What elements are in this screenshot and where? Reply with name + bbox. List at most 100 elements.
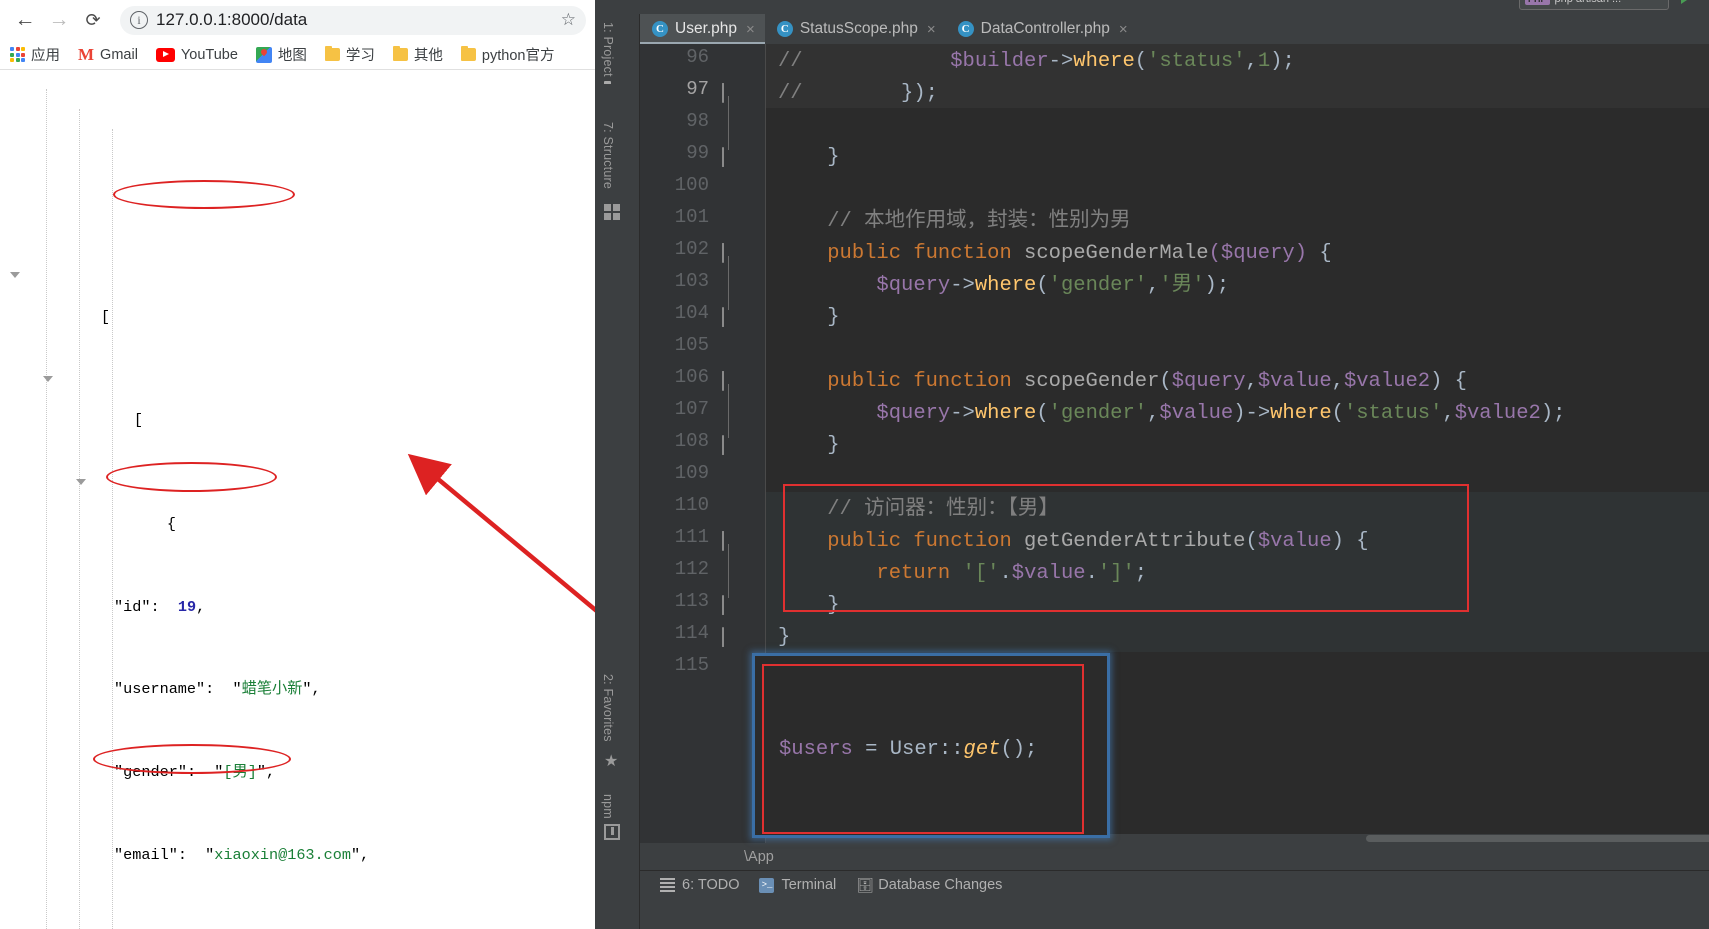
json-response-view: [ [ { "id": 19, "username": "蜡笔小新", "gen…	[0, 71, 640, 929]
code-line: $query->where('gender',$value)->where('s…	[876, 402, 1566, 425]
line-number: 101	[674, 206, 709, 228]
fold-marker-icon[interactable]	[722, 627, 735, 647]
bookmark-label: 应用	[31, 48, 60, 64]
line-number: 98	[686, 110, 709, 132]
code-line: public function scopeGenderMale($query) …	[827, 242, 1332, 265]
collapse-triangle-icon[interactable]	[76, 479, 86, 486]
code-line: // });	[778, 82, 938, 105]
tab-datacontroller-php[interactable]: C DataController.php ×	[946, 14, 1138, 44]
close-icon[interactable]: ×	[1119, 21, 1128, 38]
json-key: email	[123, 845, 169, 864]
tool-window-npm[interactable]: npm	[601, 794, 615, 819]
npm-icon[interactable]	[604, 824, 620, 840]
bookmark-folder-python[interactable]: python官方	[452, 40, 564, 70]
folder-icon	[324, 46, 340, 61]
code-line: }	[778, 146, 840, 169]
screenshot-root: ← → ⟳ i 127.0.0.1:8000/data ☆ ! Y	[0, 0, 1709, 929]
json-key: username	[123, 680, 197, 699]
code-line: public function getGenderAttribute($valu…	[827, 530, 1369, 553]
phpstorm-window: PHP php artisan ... 1: Project 7: Struct…	[595, 0, 1709, 929]
code-line: // $builder->where('status',1);	[778, 50, 1295, 73]
status-todo[interactable]: 6: TODO	[660, 877, 739, 893]
collapse-triangle-icon[interactable]	[10, 272, 20, 279]
json-value: xiaoxin@163.com	[214, 845, 352, 864]
structure-icon[interactable]	[604, 204, 620, 220]
line-number: 113	[674, 590, 709, 612]
popup-code-line	[779, 830, 1099, 862]
json-line: "id": 19,	[114, 597, 206, 616]
json-line: {	[0, 472, 640, 533]
json-value: 蜡笔小新	[241, 680, 303, 699]
bookmark-label: 地图	[277, 48, 307, 64]
tab-label: DataController.php	[980, 20, 1110, 37]
tool-window-favorites[interactable]: 2: Favorites	[601, 674, 615, 742]
run-config-box[interactable]: PHP php artisan ...	[1519, 0, 1669, 10]
php-class-icon: C	[652, 21, 668, 37]
bookmark-gmail[interactable]: M Gmail	[69, 40, 147, 70]
line-number: 99	[686, 142, 709, 164]
bookmark-folder-other[interactable]: 其他	[384, 40, 452, 70]
bookmark-apps[interactable]: 应用	[0, 40, 69, 70]
tool-window-project[interactable]: 1: Project	[601, 22, 615, 77]
back-button[interactable]: ←	[8, 3, 42, 37]
bookmark-label: Gmail	[100, 46, 138, 63]
tab-statusscope-php[interactable]: C StatusScope.php ×	[765, 14, 946, 44]
code-line: public function scopeGender($query,$valu…	[827, 370, 1467, 393]
json-key: gender	[123, 763, 178, 782]
line-number: 114	[674, 622, 709, 644]
json-line: "gender": "[男]",	[114, 763, 276, 782]
bookmark-star-icon[interactable]: ☆	[561, 10, 576, 30]
php-badge: PHP	[1525, 0, 1550, 5]
line-number: 109	[674, 462, 709, 484]
bookmark-label: python官方	[481, 48, 555, 64]
reload-button[interactable]: ⟳	[76, 3, 110, 37]
run-configuration-widget[interactable]: PHP php artisan ...	[1499, 0, 1699, 14]
tab-user-php[interactable]: C User.php ×	[640, 14, 765, 44]
gmail-icon: M	[78, 45, 95, 64]
breadcrumb-text: \App	[744, 848, 774, 865]
tool-window-structure[interactable]: 7: Structure	[601, 122, 615, 189]
url-text: 127.0.0.1:8000/data	[156, 10, 308, 29]
editor-gutter[interactable]: 96 97 98 99 100 101 102 103 104 105 106 …	[640, 44, 766, 843]
line-number: 108	[674, 430, 709, 452]
terminal-icon: >_	[759, 877, 775, 893]
code-line: }	[778, 306, 840, 329]
json-line: [	[0, 369, 640, 429]
apps-grid-icon	[10, 47, 25, 62]
bookmark-label: YouTube	[180, 46, 238, 63]
line-number: 106	[674, 366, 709, 388]
bookmark-folder-study[interactable]: 学习	[316, 40, 384, 70]
line-number: 105	[674, 334, 709, 356]
line-number: 115	[674, 654, 709, 676]
collapse-triangle-icon[interactable]	[43, 375, 53, 382]
line-number: 104	[674, 302, 709, 324]
code-line: }	[778, 594, 840, 617]
bookmark-maps[interactable]: 地图	[247, 40, 316, 70]
star-icon[interactable]: ★	[604, 754, 620, 770]
line-number: 97	[686, 78, 709, 100]
forward-button[interactable]: →	[42, 3, 76, 37]
maps-icon	[255, 46, 272, 63]
code-snippet-popup[interactable]: $users = User::get(); $users = User::wit…	[752, 653, 1110, 838]
json-value: [男]	[223, 763, 257, 782]
bookmark-label: 学习	[345, 48, 375, 64]
popup-code-line: $users = User::get();	[779, 738, 1038, 761]
run-play-icon[interactable]	[1681, 0, 1690, 4]
code-line: }	[778, 626, 791, 649]
code-line: $query->where('gender','男');	[876, 274, 1230, 297]
bookmark-label: 其他	[413, 48, 443, 64]
code-line: }	[778, 434, 840, 457]
todo-icon	[660, 877, 675, 893]
json-value: 19	[177, 597, 197, 616]
ide-left-toolbar: 1: Project 7: Structure 2: Favorites ★ n…	[595, 14, 640, 929]
bookmark-youtube[interactable]: YouTube	[147, 40, 247, 70]
close-icon[interactable]: ×	[927, 21, 936, 38]
fold-guide-line	[728, 544, 729, 598]
code-line: // 本地作用域，封装：性别为男	[778, 210, 1131, 233]
fold-guide-line	[728, 384, 729, 438]
site-info-icon[interactable]: i	[130, 11, 148, 29]
close-icon[interactable]: ×	[746, 21, 755, 38]
folder-icon	[460, 46, 476, 61]
json-line: "email": "xiaoxin@163.com",	[114, 845, 370, 864]
address-bar[interactable]: i 127.0.0.1:8000/data ☆	[120, 5, 586, 35]
